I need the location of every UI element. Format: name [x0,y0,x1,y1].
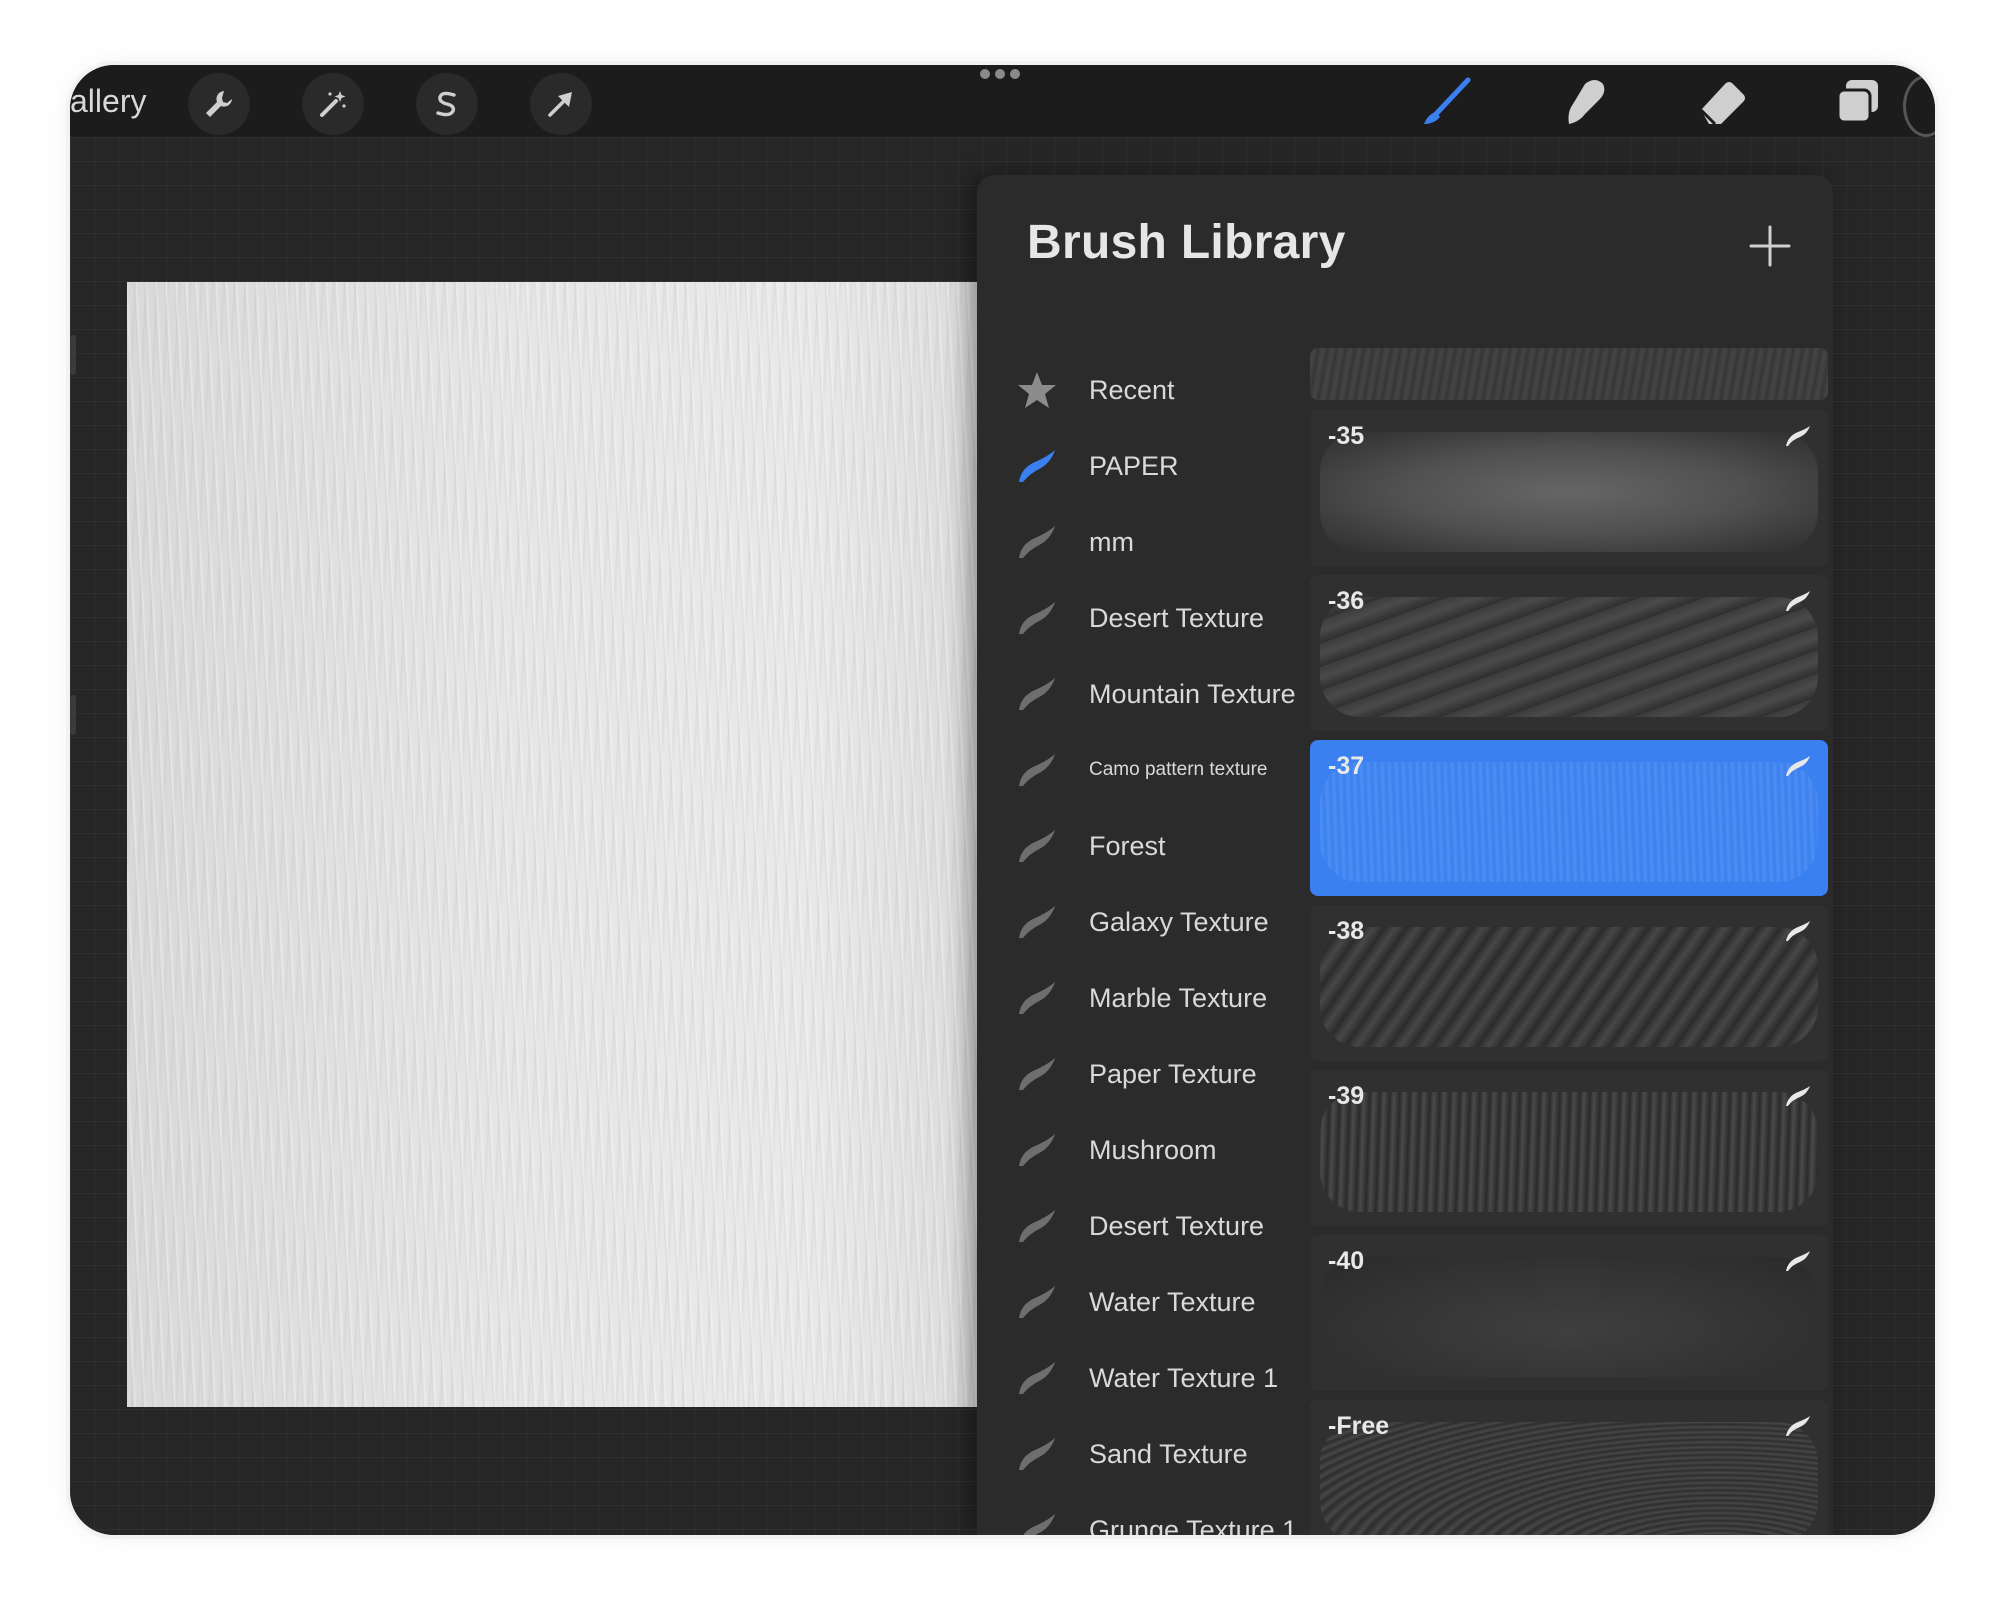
recent-brush-strip[interactable] [1310,348,1828,400]
brush-card[interactable]: -38 [1310,905,1828,1061]
brush-stroke-icon [1015,1434,1059,1474]
brush-set-item[interactable]: Forest [977,808,1337,884]
brush-set-label: PAPER [1089,450,1179,481]
arrow-cursor-icon[interactable] [530,73,592,135]
brush-set-label: Desert Texture [1089,1210,1265,1241]
gallery-button[interactable]: allery [70,83,146,120]
brush-set-label: Mushroom [1089,1134,1217,1165]
brush-set-label: Water Texture [1089,1286,1256,1317]
brush-type-icon [1784,919,1812,943]
brush-stroke-icon [1015,446,1059,486]
wrench-icon[interactable] [188,73,250,135]
brush-name: -Free [1328,1412,1390,1440]
brush-set-label: mm [1089,526,1134,557]
brush-stroke-icon [1015,826,1059,866]
brush-stroke-icon [1015,598,1059,638]
selection-s-icon[interactable] [416,73,478,135]
brush-name: -40 [1328,1247,1365,1275]
brush-set-label: Marble Texture [1089,982,1268,1013]
brush-set-label: Water Texture 1 [1089,1362,1279,1393]
brush-type-icon [1784,589,1812,613]
brush-set-label: Sand Texture [1089,1438,1248,1469]
brush-type-icon [1784,1084,1812,1108]
brush-set-item[interactable]: mm [977,504,1337,580]
brush-set-label: Paper Texture [1089,1058,1257,1089]
brush-type-icon [1784,1414,1812,1438]
brush-stroke-preview [1320,927,1818,1047]
brush-set-item[interactable]: Camo pattern texture [977,732,1337,808]
brush-stroke-icon [1015,1282,1059,1322]
brush-stroke-preview [1320,1422,1818,1535]
star-icon [1015,370,1059,410]
brush-set-item[interactable]: Recent [977,352,1337,428]
brush-stroke-icon [1015,978,1059,1018]
brush-set-item[interactable]: Marble Texture [977,960,1337,1036]
panel-title: Brush Library [1027,216,1346,269]
brush-set-label: Mountain Texture [1089,678,1296,709]
brush-stroke-preview [1320,432,1818,552]
brush-set-label: Recent [1089,374,1175,405]
brush-set-item[interactable]: Mountain Texture [977,656,1337,732]
brush-stroke-icon [1015,1130,1059,1170]
brush-stroke-preview [1320,762,1818,882]
procreate-window: allery Brush Library Recent PAPER mm Des… [70,65,1935,1535]
brush-set-label: Forest [1089,830,1166,861]
brush-card[interactable]: -36 [1310,575,1828,731]
brush-name: -37 [1328,752,1365,780]
brush-card[interactable]: -37 [1310,740,1828,896]
brush-card[interactable]: -39 [1310,1070,1828,1226]
brush-set-item[interactable]: Mushroom [977,1112,1337,1188]
brush-card[interactable]: -35 [1310,410,1828,566]
drawing-canvas[interactable] [127,282,977,1407]
brush-set-label: Camo pattern texture [1089,759,1268,780]
brush-type-icon [1784,1249,1812,1273]
brush-stroke-preview [1320,1257,1818,1377]
brush-stroke-icon [1015,522,1059,562]
brush-stroke-icon [1015,1054,1059,1094]
brush-card[interactable]: -Free [1310,1400,1828,1535]
brush-set-item[interactable]: Grunge Texture 1 [977,1492,1337,1535]
brush-type-icon [1784,754,1812,778]
brush-stroke-preview [1320,597,1818,717]
color-picker-button[interactable] [1903,75,1935,137]
brush-name: -39 [1328,1082,1365,1110]
brush-stroke-preview [1320,1092,1818,1212]
brush-set-item[interactable]: Paper Texture [977,1036,1337,1112]
brush-name: -36 [1328,587,1365,615]
brush-set-label: Galaxy Texture [1089,906,1269,937]
brush-set-item[interactable]: Sand Texture [977,1416,1337,1492]
eraser-icon[interactable] [1688,69,1754,135]
brush-set-label: Desert Texture [1089,602,1265,633]
smudge-icon[interactable] [1550,69,1616,135]
top-toolbar: allery [70,65,1935,137]
brush-set-item[interactable]: Water Texture 1 [977,1340,1337,1416]
brush-name: -38 [1328,917,1365,945]
brush-stroke-icon [1015,1510,1059,1535]
brush-icon[interactable] [1413,69,1479,135]
brush-library-panel: Brush Library Recent PAPER mm Desert Textur… [977,175,1833,1535]
brush-card[interactable]: -40 [1310,1235,1828,1391]
brush-set-label: Grunge Texture 1 [1089,1514,1298,1536]
brush-set-item[interactable]: PAPER [977,428,1337,504]
brush-stroke-icon [1015,1206,1059,1246]
brush-set-item[interactable]: Water Texture [977,1264,1337,1340]
brush-stroke-icon [1015,1358,1059,1398]
plus-icon[interactable] [1747,223,1793,269]
brush-set-item[interactable]: Galaxy Texture [977,884,1337,960]
brush-set-item[interactable]: Desert Texture [977,1188,1337,1264]
drag-handle-icon[interactable] [978,67,1022,81]
opacity-slider-handle[interactable] [70,695,76,735]
brush-name: -35 [1328,422,1365,450]
size-slider-handle[interactable] [70,335,76,375]
layers-icon[interactable] [1825,69,1891,135]
brush-stroke-icon [1015,750,1059,790]
brush-type-icon [1784,424,1812,448]
brush-set-item[interactable]: Desert Texture [977,580,1337,656]
magic-wand-icon[interactable] [302,73,364,135]
brush-stroke-icon [1015,674,1059,714]
brush-stroke-icon [1015,902,1059,942]
